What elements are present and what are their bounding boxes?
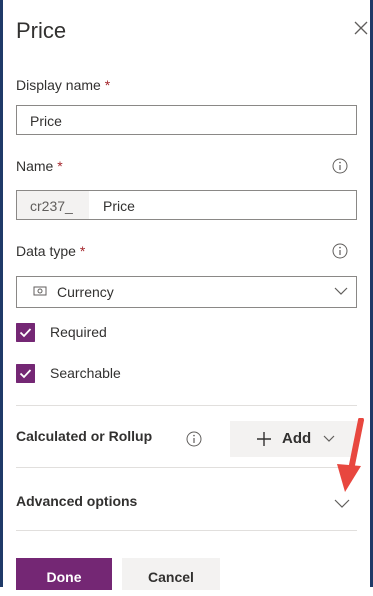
display-name-input[interactable]: Price	[16, 105, 357, 135]
name-value: Price	[103, 198, 135, 214]
name-prefix: cr237_	[17, 191, 89, 219]
cancel-button[interactable]: Cancel	[122, 558, 220, 590]
chevron-down-icon[interactable]	[333, 497, 351, 511]
divider	[16, 467, 357, 468]
searchable-label: Searchable	[50, 365, 121, 381]
checkmark-icon	[16, 323, 35, 342]
info-icon[interactable]	[186, 431, 202, 447]
add-label: Add	[282, 430, 312, 447]
display-name-label: Display name *	[16, 77, 111, 93]
data-type-label: Data type *	[16, 243, 86, 259]
required-asterisk: *	[57, 158, 63, 174]
required-label: Required	[50, 324, 107, 340]
display-name-value: Price	[30, 113, 62, 129]
done-button[interactable]: Done	[16, 558, 112, 590]
plus-icon	[257, 432, 271, 446]
name-input[interactable]: cr237_ Price	[16, 190, 357, 220]
divider	[16, 405, 357, 406]
annotation-arrow-icon	[337, 418, 364, 492]
panel-title: Price	[16, 18, 67, 43]
name-label: Name *	[16, 158, 63, 174]
calculated-rollup-label: Calculated or Rollup	[16, 428, 153, 444]
checkmark-icon	[16, 364, 35, 383]
required-asterisk: *	[79, 243, 86, 259]
data-type-dropdown[interactable]: Currency	[16, 276, 357, 308]
column-properties-panel: Price Display name * Price Name * cr237_…	[3, 0, 370, 590]
info-icon[interactable]	[332, 243, 348, 259]
divider	[16, 530, 357, 531]
info-icon[interactable]	[332, 158, 348, 174]
close-icon[interactable]	[353, 20, 369, 36]
data-type-selected: Currency	[57, 284, 114, 300]
required-asterisk: *	[104, 77, 111, 93]
advanced-options-label[interactable]: Advanced options	[16, 493, 137, 509]
chevron-down-icon	[334, 287, 348, 295]
currency-icon	[33, 286, 47, 296]
